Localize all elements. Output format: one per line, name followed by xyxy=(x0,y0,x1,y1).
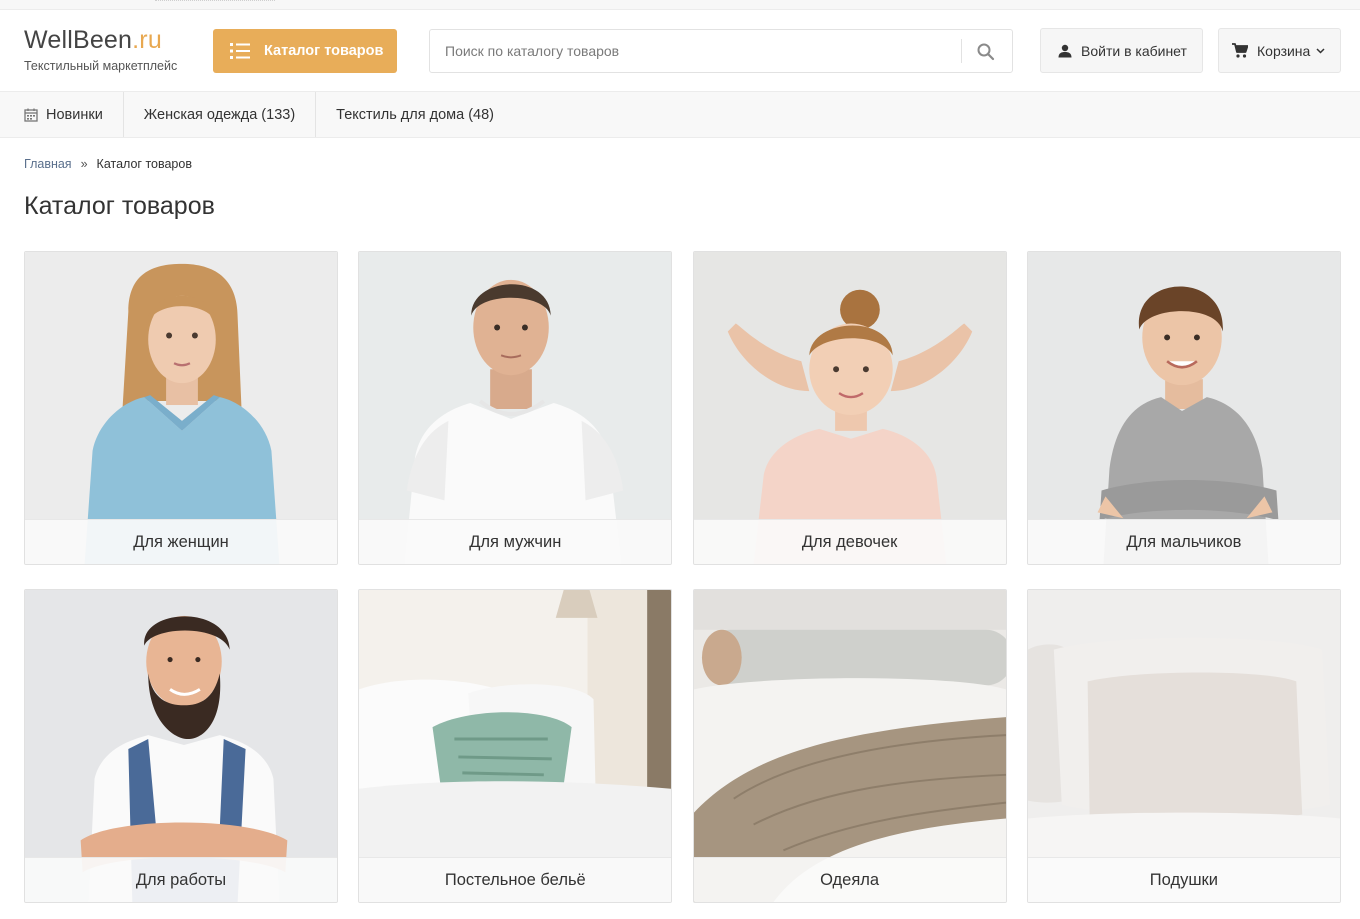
list-icon xyxy=(230,43,250,59)
category-card-work[interactable]: Для работы xyxy=(24,589,338,903)
calendar-icon xyxy=(24,108,38,122)
women-photo xyxy=(25,252,337,564)
user-icon xyxy=(1058,44,1072,57)
search-input[interactable] xyxy=(430,30,960,72)
logo-title: WellBeen.ru xyxy=(24,25,177,55)
catalog-button[interactable]: Каталог товаров xyxy=(213,29,397,73)
menu-item-label: Текстиль для дома (48) xyxy=(336,106,494,123)
breadcrumb-home-link[interactable]: Главная xyxy=(24,157,72,171)
logo[interactable]: WellBeen.ru Текстильный маркетплейс xyxy=(24,25,177,73)
girls-photo xyxy=(693,252,1006,564)
category-grid: Для женщин Для мужчин Для девочек Для ма… xyxy=(24,251,1341,903)
category-card-girls[interactable]: Для девочек xyxy=(692,251,1007,565)
top-strip xyxy=(0,0,1360,10)
site-header: WellBeen.ru Текстильный маркетплейс Ката… xyxy=(0,10,1360,91)
work-photo xyxy=(25,590,337,902)
category-card-blankets[interactable]: Одеяла xyxy=(692,589,1007,903)
cart-icon xyxy=(1232,43,1248,58)
category-label: Для мальчиков xyxy=(1027,519,1340,564)
catalog-button-label: Каталог товаров xyxy=(264,43,384,59)
category-label: Подушки xyxy=(1027,857,1340,902)
logo-brand: WellBeen xyxy=(24,26,133,54)
cart-button-label: Корзина xyxy=(1257,42,1311,59)
search-bar xyxy=(429,29,1013,73)
search-icon[interactable] xyxy=(975,41,997,63)
category-card-pillows[interactable]: Подушки xyxy=(1026,589,1341,903)
logo-tagline: Текстильный маркетплейс xyxy=(24,59,178,73)
breadcrumb-separator: » xyxy=(80,157,88,171)
chevron-down-icon xyxy=(1316,47,1325,54)
category-label: Одеяла xyxy=(693,857,1006,902)
menu-item-new[interactable]: Новинки xyxy=(0,92,124,137)
login-button[interactable]: Войти в кабинет xyxy=(1040,28,1203,73)
menu-item-label: Женская одежда (133) xyxy=(143,106,296,123)
login-button-label: Войти в кабинет xyxy=(1081,42,1187,59)
category-card-men[interactable]: Для мужчин xyxy=(358,251,673,565)
breadcrumb-current: Каталог товаров xyxy=(96,157,192,171)
bed-linen-photo xyxy=(359,590,672,902)
category-card-boys[interactable]: Для мальчиков xyxy=(1026,251,1341,565)
category-card-women[interactable]: Для женщин xyxy=(24,251,338,565)
men-photo xyxy=(359,252,672,564)
category-label: Для работы xyxy=(25,857,337,902)
menu-item-label: Новинки xyxy=(46,106,103,123)
breadcrumb: Главная » Каталог товаров xyxy=(24,157,192,171)
menu-item-womens-clothing[interactable]: Женская одежда (133) xyxy=(124,92,317,137)
boys-photo xyxy=(1027,252,1340,564)
search-divider xyxy=(961,39,962,63)
logo-domain: .ru xyxy=(132,26,162,54)
category-card-bed-linen[interactable]: Постельное бельё xyxy=(358,589,673,903)
cart-button[interactable]: Корзина xyxy=(1218,28,1341,73)
main-menu: Новинки Женская одежда (133) Текстиль дл… xyxy=(0,91,1360,138)
category-label: Постельное бельё xyxy=(359,857,672,902)
category-label: Для девочек xyxy=(693,519,1006,564)
top-strip-divider xyxy=(155,0,275,1)
pillows-photo xyxy=(1027,590,1340,902)
category-label: Для женщин xyxy=(25,519,337,564)
menu-item-home-textile[interactable]: Текстиль для дома (48) xyxy=(316,92,514,137)
blankets-photo xyxy=(693,590,1006,902)
page-title: Каталог товаров xyxy=(24,192,215,220)
category-label: Для мужчин xyxy=(359,519,672,564)
